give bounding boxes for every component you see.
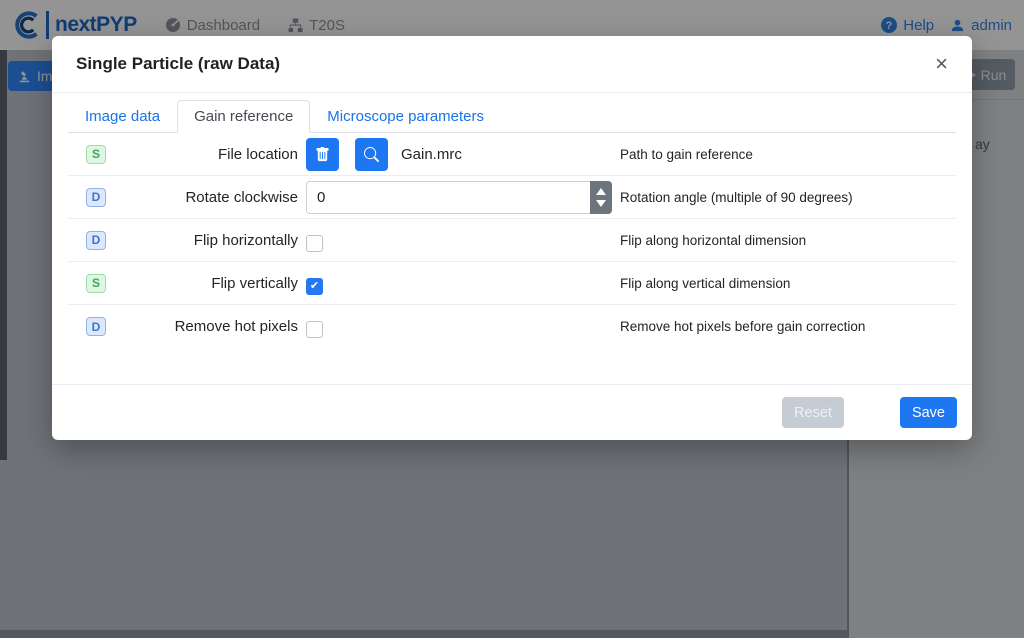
rotate-input-wrap	[306, 181, 612, 214]
number-stepper[interactable]	[590, 181, 612, 214]
tab-image-data[interactable]: Image data	[68, 100, 177, 133]
single-particle-dialog: Single Particle (raw Data) × Image data …	[52, 36, 972, 440]
file-location-description: Path to gain reference	[612, 147, 956, 162]
step-up-icon[interactable]	[596, 188, 606, 195]
rotate-clockwise-input[interactable]	[306, 181, 612, 214]
gain-file-value: Gain.mrc	[401, 146, 462, 163]
flip-horizontally-description: Flip along horizontal dimension	[612, 233, 956, 248]
close-icon[interactable]: ×	[935, 53, 948, 75]
default-badge: D	[86, 188, 106, 207]
flip-vertically-label: Flip vertically	[114, 275, 298, 292]
trash-icon	[315, 147, 330, 162]
flip-horizontally-control	[306, 229, 612, 252]
default-badge: D	[86, 231, 106, 250]
delete-file-button[interactable]	[306, 138, 339, 171]
remove-hot-pixels-control	[306, 315, 612, 338]
file-location-label: File location	[114, 146, 298, 163]
specified-badge: S	[86, 145, 106, 164]
rotate-clockwise-label: Rotate clockwise	[114, 189, 298, 206]
dialog-footer: Reset Save	[52, 384, 972, 440]
rotate-clockwise-description: Rotation angle (multiple of 90 degrees)	[612, 190, 956, 205]
flip-horizontally-label: Flip horizontally	[114, 232, 298, 249]
dialog-title: Single Particle (raw Data)	[76, 54, 280, 74]
form-row-flip-horizontally: D Flip horizontally Flip along horizonta…	[68, 219, 956, 262]
tab-gain-reference[interactable]: Gain reference	[177, 100, 310, 133]
dialog-header: Single Particle (raw Data) ×	[52, 36, 972, 93]
browse-file-button[interactable]	[355, 138, 388, 171]
flip-vertically-description: Flip along vertical dimension	[612, 276, 956, 291]
form-row-file-location: S File location G	[68, 133, 956, 176]
tab-microscope-parameters[interactable]: Microscope parameters	[310, 100, 501, 133]
remove-hot-pixels-label: Remove hot pixels	[114, 318, 298, 335]
flip-vertically-control	[306, 272, 612, 295]
reset-button[interactable]: Reset	[782, 397, 844, 428]
flip-horizontally-checkbox[interactable]	[306, 235, 323, 252]
dialog-tabs: Image data Gain reference Microscope par…	[68, 100, 956, 133]
dialog-body: Image data Gain reference Microscope par…	[52, 93, 972, 348]
remove-hot-pixels-description: Remove hot pixels before gain correction	[612, 319, 956, 334]
default-badge: D	[86, 317, 106, 336]
remove-hot-pixels-checkbox[interactable]	[306, 321, 323, 338]
flip-vertically-checkbox[interactable]	[306, 278, 323, 295]
specified-badge: S	[86, 274, 106, 293]
form-row-flip-vertically: S Flip vertically Flip along vertical di…	[68, 262, 956, 305]
save-button[interactable]: Save	[900, 397, 957, 428]
form-row-remove-hot-pixels: D Remove hot pixels Remove hot pixels be…	[68, 305, 956, 348]
step-down-icon[interactable]	[596, 200, 606, 207]
file-location-control: Gain.mrc	[306, 138, 612, 171]
form-row-rotate-clockwise: D Rotate clockwise Rotation angle (multi…	[68, 176, 956, 219]
search-icon	[364, 147, 379, 162]
rotate-clockwise-control	[306, 181, 612, 214]
